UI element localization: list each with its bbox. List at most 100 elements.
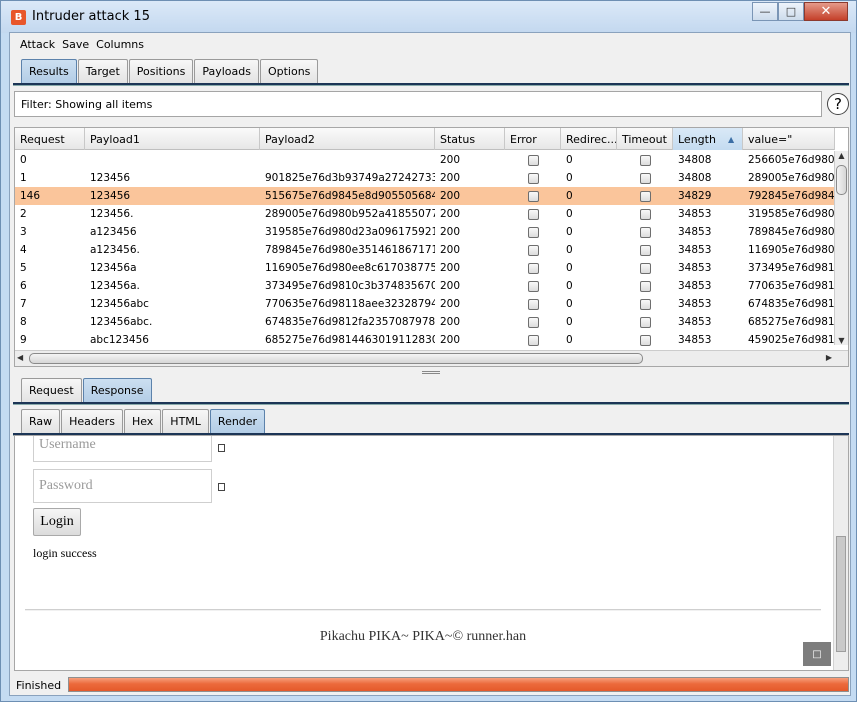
table-vertical-scrollbar[interactable]: ▲ ▼ <box>834 151 848 345</box>
cell-payload2: 515675e76d9845e8d9055056841 <box>265 190 435 202</box>
close-button[interactable]: ✕ <box>804 2 848 21</box>
column-request[interactable]: Request <box>15 128 85 150</box>
checkbox-icon <box>639 298 651 310</box>
password-field[interactable]: Password <box>33 469 212 503</box>
tab-render[interactable]: Render <box>209 409 266 433</box>
cell-length: 34853 <box>678 316 712 328</box>
password-box-icon <box>218 483 225 491</box>
cell-payload2: 319585e76d980d23a0961759218 <box>265 226 435 238</box>
table-row[interactable]: 3 a123456 319585e76d980d23a0961759218 200 0 3… <box>15 223 835 241</box>
cell-value: 789845e76d980e <box>748 226 835 238</box>
menu-save[interactable]: Save <box>62 38 89 51</box>
scroll-right-icon[interactable]: ▶ <box>826 353 832 362</box>
help-icon[interactable]: ? <box>827 93 849 115</box>
tab-response[interactable]: Response <box>82 378 152 402</box>
cell-payload2: 789845e76d980e3514618671715 <box>265 244 435 256</box>
checkbox-icon <box>639 334 651 346</box>
tab-positions[interactable]: Positions <box>128 59 194 83</box>
cell-timeout <box>617 334 673 346</box>
splitter-grip-icon[interactable] <box>422 371 440 374</box>
cell-length: 34829 <box>678 190 712 202</box>
cell-length: 34853 <box>678 298 712 310</box>
cell-value: 116905e76d980e <box>748 244 835 256</box>
table-row[interactable]: 4 a123456. 789845e76d980e3514618671715 200 0… <box>15 241 835 259</box>
tab-headers[interactable]: Headers <box>61 409 123 433</box>
tab-html[interactable]: HTML <box>162 409 209 433</box>
intruder-window: B Intruder attack 15 — □ ✕ Attack Save C… <box>0 0 857 702</box>
cell-timeout <box>617 154 673 166</box>
cell-payload1: a123456 <box>90 226 137 238</box>
cell-request: 2 <box>20 208 27 220</box>
column-redirects[interactable]: Redirec... <box>561 128 617 150</box>
maximize-button[interactable]: □ <box>778 2 804 21</box>
tab-hex[interactable]: Hex <box>123 409 162 433</box>
checkbox-icon <box>639 172 651 184</box>
tab-options[interactable]: Options <box>259 59 319 83</box>
cell-payload1: 123456 <box>90 190 131 202</box>
menu-columns[interactable]: Columns <box>96 38 144 51</box>
table-row[interactable]: 6 123456a. 373495e76d9810c3b3748356704 200 0… <box>15 277 835 295</box>
scroll-up-icon[interactable]: ▲ <box>835 151 848 160</box>
column-value[interactable]: value=" <box>743 128 835 150</box>
table-horizontal-scrollbar[interactable]: ◀ ▶ <box>15 350 848 366</box>
column-error[interactable]: Error <box>505 128 561 150</box>
column-payload2[interactable]: Payload2 <box>260 128 435 150</box>
vertical-scroll-thumb[interactable] <box>836 165 847 195</box>
render-vertical-scrollbar[interactable] <box>833 436 848 670</box>
tab-request[interactable]: Request <box>21 378 82 402</box>
cell-status: 200 <box>440 244 461 256</box>
cell-value: 256605e76d980b <box>748 154 835 166</box>
cell-payload1: 123456a <box>90 262 137 274</box>
table-body: 0 200 0 34808 256605e76d980b 1 123456 901825e76… <box>15 151 835 349</box>
table-row[interactable]: 5 123456a 116905e76d980ee8c6170387754 200 0 3… <box>15 259 835 277</box>
cell-payload2: 289005e76d980b952a418550773 <box>265 208 435 220</box>
page-footer: Pikachu PIKA~ PIKA~© runner.han <box>319 629 527 644</box>
status-text: Finished <box>16 678 62 692</box>
pane-splitter[interactable] <box>10 371 852 375</box>
cell-status: 200 <box>440 280 461 292</box>
table-row[interactable]: 146 123456 515675e76d9845e8d9055056841 200 0… <box>15 187 835 205</box>
cell-timeout <box>617 208 673 220</box>
window-client: Attack Save Columns Results Target Posit… <box>9 32 851 696</box>
checkbox-icon <box>527 154 539 166</box>
tab-raw[interactable]: Raw <box>21 409 61 433</box>
status-bar: Finished <box>10 675 852 695</box>
tab-payloads[interactable]: Payloads <box>194 59 259 83</box>
render-pane: Username Password Login login success Pi… <box>14 435 849 671</box>
detail-tabs: Request Response <box>21 378 153 402</box>
filter-bar[interactable]: Filter: Showing all items <box>14 91 822 117</box>
menu-attack[interactable]: Attack <box>20 38 55 51</box>
cell-payload1: a123456. <box>90 244 140 256</box>
cell-request: 8 <box>20 316 27 328</box>
table-row[interactable]: 9 abc123456 685275e76d98144630191128300 200… <box>15 331 835 349</box>
column-payload1[interactable]: Payload1 <box>85 128 260 150</box>
title-bar[interactable]: B Intruder attack 15 — □ ✕ <box>1 1 856 33</box>
cell-payload2: 901825e76d3b93749a272427336 <box>265 172 435 184</box>
table-row[interactable]: 0 200 0 34808 256605e76d980b <box>15 151 835 169</box>
table-row[interactable]: 8 123456abc. 674835e76d9812fa23570879785 20… <box>15 313 835 331</box>
minimize-button[interactable]: — <box>752 2 778 21</box>
cell-request: 3 <box>20 226 27 238</box>
horizontal-scroll-thumb[interactable] <box>29 353 643 364</box>
cell-request: 4 <box>20 244 27 256</box>
cell-value: 792845e76d9846 <box>748 190 835 202</box>
column-status[interactable]: Status <box>435 128 505 150</box>
cell-timeout <box>617 316 673 328</box>
column-timeout[interactable]: Timeout <box>617 128 673 150</box>
column-length[interactable]: Length ▲ <box>673 128 743 150</box>
tab-divider <box>13 83 849 86</box>
scroll-left-icon[interactable]: ◀ <box>17 353 23 362</box>
username-field[interactable]: Username <box>33 436 212 462</box>
tab-results[interactable]: Results <box>21 59 77 83</box>
table-row[interactable]: 2 123456. 289005e76d980b952a418550773 200 0 3… <box>15 205 835 223</box>
tab-target[interactable]: Target <box>77 59 128 83</box>
cell-error <box>505 172 561 184</box>
table-row[interactable]: 1 123456 901825e76d3b93749a272427336 200 0 34… <box>15 169 835 187</box>
render-scroll-thumb[interactable] <box>836 536 846 652</box>
table-row[interactable]: 7 123456abc 770635e76d98118aee323287941 200… <box>15 295 835 313</box>
cell-request: 7 <box>20 298 27 310</box>
back-to-top-button[interactable]: □ <box>803 642 831 666</box>
login-button[interactable]: Login <box>33 508 81 536</box>
scroll-down-icon[interactable]: ▼ <box>835 336 848 345</box>
attack-progress-bar <box>68 677 849 692</box>
